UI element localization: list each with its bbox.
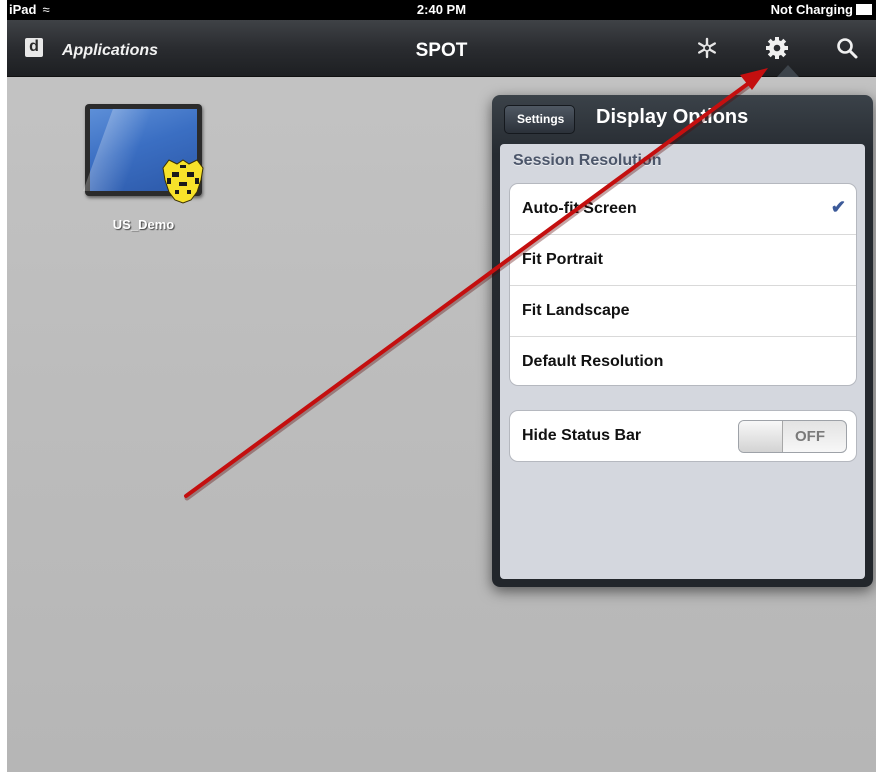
option-label: Fit Portrait <box>522 251 603 268</box>
popover-body: Session Resolution Auto-fit Screen ✔ Fit… <box>500 144 865 579</box>
option-default-resolution[interactable]: Default Resolution <box>510 337 856 385</box>
battery-text: Not Charging <box>770 2 853 17</box>
option-fit-landscape[interactable]: Fit Landscape <box>510 286 856 337</box>
gear-icon[interactable] <box>764 35 790 61</box>
display-options-popover: Settings Display Options Session Resolut… <box>492 95 873 587</box>
option-label: Default Resolution <box>522 353 664 370</box>
ipad-screen: iPad ≈ 2:40 PM Not Charging d Application… <box>7 0 876 772</box>
popover-pointer <box>777 65 799 77</box>
nav-bar: d Applications SPOT <box>7 20 876 77</box>
search-icon[interactable] <box>834 35 860 61</box>
option-label: Fit Landscape <box>522 302 630 319</box>
status-bar-group: Hide Status Bar OFF <box>509 410 857 462</box>
hide-status-bar-toggle[interactable]: OFF <box>738 420 847 453</box>
popover-header: Settings Display Options <box>492 95 873 141</box>
resolution-options-group: Auto-fit Screen ✔ Fit Portrait Fit Lands… <box>509 183 857 386</box>
option-label: Auto-fit Screen <box>522 200 637 217</box>
hide-status-bar-row: Hide Status Bar OFF <box>510 411 856 461</box>
battery-icon <box>856 4 872 15</box>
nav-title: SPOT <box>415 40 468 61</box>
hide-status-bar-label: Hide Status Bar <box>522 427 642 444</box>
desktop-icon-label: US_Demo <box>112 217 175 232</box>
option-fit-portrait[interactable]: Fit Portrait <box>510 235 856 286</box>
snowflake-icon[interactable] <box>694 35 720 61</box>
popover-title: Display Options <box>596 106 749 128</box>
tiger-badge-icon <box>162 159 204 204</box>
toggle-state: OFF <box>795 428 825 445</box>
status-right: Not Charging <box>771 2 872 17</box>
option-auto-fit-screen[interactable]: Auto-fit Screen ✔ <box>510 184 856 235</box>
status-time: 2:40 PM <box>416 2 467 17</box>
status-bar: iPad ≈ 2:40 PM Not Charging <box>7 0 876 20</box>
checkmark-icon: ✔ <box>830 197 846 217</box>
toggle-knob <box>739 421 783 452</box>
section-header-session-resolution: Session Resolution <box>513 152 662 169</box>
settings-back-button[interactable]: Settings <box>504 105 576 134</box>
